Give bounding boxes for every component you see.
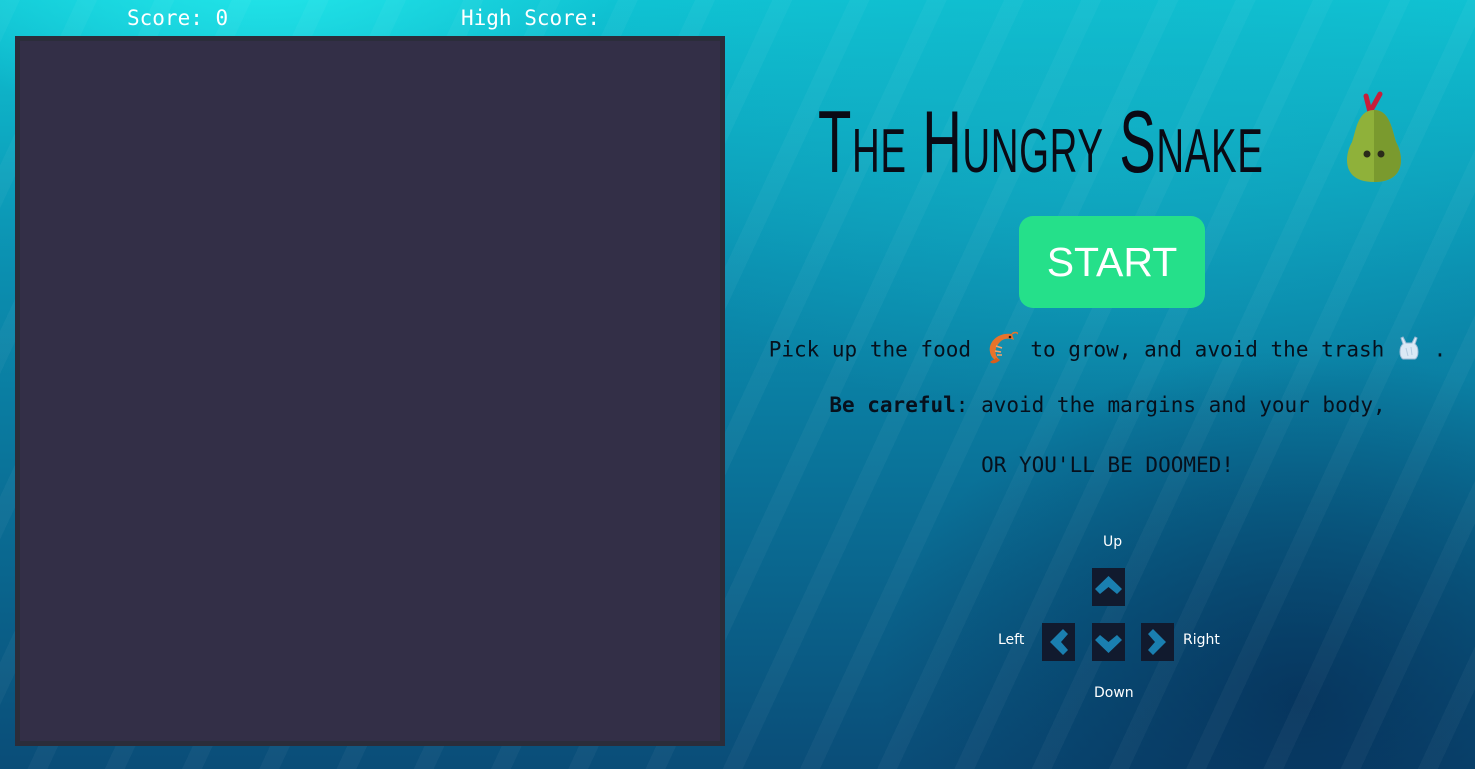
instruction-food: Pick up the food to grow, and avoid the … [740,330,1475,371]
score-display: Score: 0 [127,6,229,30]
instruction-doomed: OR YOU'LL BE DOOMED! [981,453,1234,477]
instruction-food-text-c: . [1433,337,1447,362]
up-label: Up [1103,534,1123,550]
shrimp-icon [984,330,1019,371]
plastic-bag-icon [1397,335,1421,366]
down-label: Down [1094,685,1134,701]
careful-text: : avoid the margins and your body, [955,393,1386,417]
title-block: The Hungry Snake [818,86,1438,196]
left-arrow-button[interactable] [1042,623,1075,661]
direction-controls: Up Left Right Down [980,530,1240,710]
instruction-food-text-a: Pick up the food [768,337,971,362]
instruction-careful: Be careful: avoid the margins and your b… [740,393,1475,417]
game-board[interactable] [15,36,725,746]
up-arrow-button[interactable] [1092,568,1125,606]
score-bar: Score: 0 High Score: [0,4,740,36]
left-label: Left [998,632,1025,648]
down-arrow-button[interactable] [1092,623,1125,661]
start-button[interactable]: START [1019,216,1205,308]
info-panel: The Hungry Snake START Pick up the food [740,0,1475,769]
right-arrow-button[interactable] [1141,623,1174,661]
arrow-left-icon [1050,629,1068,655]
pear-icon [1340,90,1408,184]
arrow-right-icon [1148,629,1166,655]
arrow-up-icon [1095,576,1122,594]
careful-label: Be careful [829,393,956,417]
high-score-display: High Score: [461,6,601,30]
right-label: Right [1183,632,1220,648]
instruction-food-text-b: to grow, and avoid the trash [1030,337,1385,362]
arrow-down-icon [1095,635,1122,653]
game-title: The Hungry Snake [818,92,1264,191]
